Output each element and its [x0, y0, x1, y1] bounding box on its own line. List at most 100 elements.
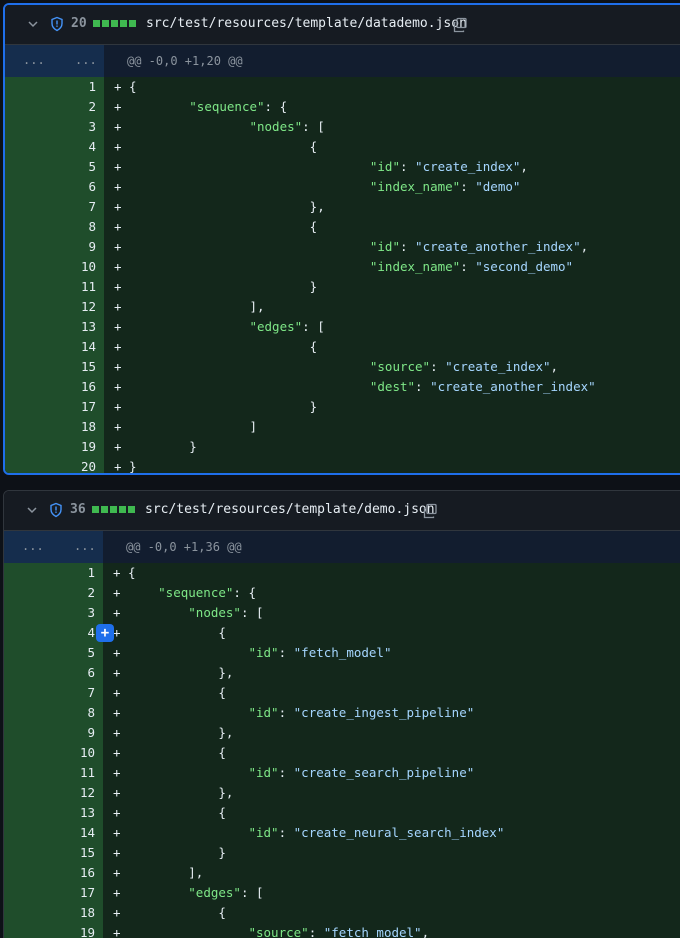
file-path[interactable]: src/test/resources/template/demo.json: [145, 502, 435, 517]
line-number[interactable]: 4: [4, 623, 103, 643]
expand-dots-new[interactable]: ...: [75, 53, 97, 67]
file-path[interactable]: src/test/resources/template/datademo.jso…: [146, 16, 467, 31]
line-number[interactable]: 10: [5, 257, 104, 277]
diff-line[interactable]: 8 + {: [5, 217, 680, 237]
chevron-down-icon[interactable]: [24, 502, 40, 518]
diff-line[interactable]: 6 + },: [4, 663, 680, 683]
line-number[interactable]: 20: [5, 457, 104, 473]
diff-line[interactable]: 19 + }: [5, 437, 680, 457]
line-number[interactable]: 11: [4, 763, 103, 783]
expand-dots-old[interactable]: ...: [23, 53, 45, 67]
diff-line[interactable]: 17 + }: [5, 397, 680, 417]
diff-line[interactable]: 15 + }: [4, 843, 680, 863]
line-number[interactable]: 12: [5, 297, 104, 317]
diff-line[interactable]: 9 + },: [4, 723, 680, 743]
code-text: + "index_name": "second_demo": [104, 257, 680, 277]
line-number[interactable]: 18: [4, 903, 103, 923]
line-number[interactable]: 8: [5, 217, 104, 237]
diff-line[interactable]: 15 + "source": "create_index",: [5, 357, 680, 377]
line-number[interactable]: 14: [4, 823, 103, 843]
diff-line[interactable]: 20 + }: [5, 457, 680, 473]
line-number[interactable]: 2: [5, 97, 104, 117]
diff-line[interactable]: 10 + {: [4, 743, 680, 763]
line-number[interactable]: 8: [4, 703, 103, 723]
file-header: 36 src/test/resources/template/demo.json: [4, 491, 680, 531]
diff-line[interactable]: 16 + ],: [4, 863, 680, 883]
code-text: + }: [104, 457, 680, 473]
expand-hunk[interactable]: ... ...: [4, 531, 103, 563]
diff-line[interactable]: 14 + {: [5, 337, 680, 357]
expand-dots-new[interactable]: ...: [74, 539, 96, 553]
diff-line[interactable]: 9 + "id": "create_another_index",: [5, 237, 680, 257]
line-number[interactable]: 16: [5, 377, 104, 397]
expand-dots-old[interactable]: ...: [22, 539, 44, 553]
line-number[interactable]: 19: [4, 923, 103, 938]
diff-line[interactable]: 4 + {+: [4, 623, 680, 643]
line-number[interactable]: 7: [5, 197, 104, 217]
hunk-header: ... ... @@ -0,0 +1,20 @@: [5, 45, 680, 77]
line-number[interactable]: 1: [5, 77, 104, 97]
diff-line[interactable]: 7 + {: [4, 683, 680, 703]
diff-line[interactable]: 16 + "dest": "create_another_index": [5, 377, 680, 397]
shield-icon[interactable]: [48, 502, 64, 518]
line-number[interactable]: 5: [4, 643, 103, 663]
diff-line[interactable]: 11 + "id": "create_search_pipeline": [4, 763, 680, 783]
diff-line[interactable]: 6 + "index_name": "demo": [5, 177, 680, 197]
diff-line[interactable]: 1 + {: [4, 563, 680, 583]
line-number[interactable]: 16: [4, 863, 103, 883]
add-comment-button[interactable]: +: [96, 624, 114, 642]
line-number[interactable]: 4: [5, 137, 104, 157]
diff-line[interactable]: 8 + "id": "create_ingest_pipeline": [4, 703, 680, 723]
line-number[interactable]: 17: [4, 883, 103, 903]
diff-line[interactable]: 12 + },: [4, 783, 680, 803]
expand-hunk[interactable]: ... ...: [5, 45, 104, 77]
changed-lines-count: 36: [70, 502, 86, 517]
line-number[interactable]: 6: [5, 177, 104, 197]
line-number[interactable]: 6: [4, 663, 103, 683]
copy-icon[interactable]: [422, 503, 438, 519]
diff-line[interactable]: 11 + }: [5, 277, 680, 297]
line-number[interactable]: 15: [5, 357, 104, 377]
line-number[interactable]: 10: [4, 743, 103, 763]
code-text: + {: [103, 683, 680, 703]
diff-line[interactable]: 2 + "sequence": {: [4, 583, 680, 603]
shield-icon[interactable]: [49, 16, 65, 32]
code-text: + },: [103, 783, 680, 803]
line-number[interactable]: 3: [5, 117, 104, 137]
line-number[interactable]: 9: [4, 723, 103, 743]
line-number[interactable]: 15: [4, 843, 103, 863]
diff-line[interactable]: 13 + {: [4, 803, 680, 823]
line-number[interactable]: 7: [4, 683, 103, 703]
diff-line[interactable]: 7 + },: [5, 197, 680, 217]
line-number[interactable]: 14: [5, 337, 104, 357]
diff-line[interactable]: 18 + ]: [5, 417, 680, 437]
line-number[interactable]: 13: [5, 317, 104, 337]
diff-line[interactable]: 5 + "id": "create_index",: [5, 157, 680, 177]
diff-line[interactable]: 13 + "edges": [: [5, 317, 680, 337]
line-number[interactable]: 13: [4, 803, 103, 823]
line-number[interactable]: 18: [5, 417, 104, 437]
copy-icon[interactable]: [452, 17, 468, 33]
diff-line[interactable]: 3 + "nodes": [: [4, 603, 680, 623]
line-number[interactable]: 1: [4, 563, 103, 583]
diff-line[interactable]: 10 + "index_name": "second_demo": [5, 257, 680, 277]
diff-line[interactable]: 14 + "id": "create_neural_search_index": [4, 823, 680, 843]
line-number[interactable]: 12: [4, 783, 103, 803]
diff-line[interactable]: 18 + {: [4, 903, 680, 923]
line-number[interactable]: 19: [5, 437, 104, 457]
line-number[interactable]: 9: [5, 237, 104, 257]
chevron-down-icon[interactable]: [25, 16, 41, 32]
diff-line[interactable]: 3 + "nodes": [: [5, 117, 680, 137]
diff-line[interactable]: 5 + "id": "fetch_model": [4, 643, 680, 663]
diff-line[interactable]: 4 + {: [5, 137, 680, 157]
diff-line[interactable]: 1 + {: [5, 77, 680, 97]
line-number[interactable]: 2: [4, 583, 103, 603]
line-number[interactable]: 11: [5, 277, 104, 297]
diff-line[interactable]: 12 + ],: [5, 297, 680, 317]
diff-line[interactable]: 2 + "sequence": {: [5, 97, 680, 117]
diff-line[interactable]: 17 + "edges": [: [4, 883, 680, 903]
line-number[interactable]: 5: [5, 157, 104, 177]
diff-line[interactable]: 19 + "source": "fetch_model",: [4, 923, 680, 938]
line-number[interactable]: 17: [5, 397, 104, 417]
line-number[interactable]: 3: [4, 603, 103, 623]
